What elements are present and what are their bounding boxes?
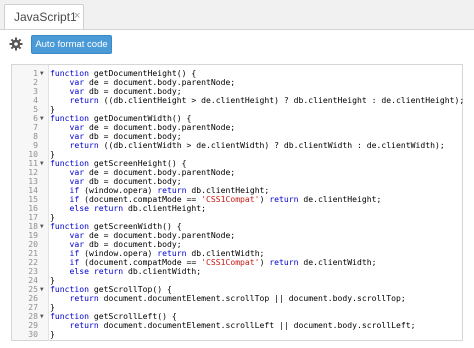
code-text: return document.documentElement.scrollTo… <box>69 293 406 303</box>
tab-bar: JavaScript1 × <box>0 0 474 30</box>
code-text: return ((db.clientWidth > de.clientWidth… <box>69 140 445 150</box>
fold-arrow-icon[interactable]: ▼ <box>40 222 44 231</box>
code-line[interactable]: 9 return ((db.clientWidth > de.clientWid… <box>12 141 462 150</box>
code-editor[interactable]: 1 ▼ function getDocumentHeight() {2 var de… <box>11 64 465 341</box>
gear-icon[interactable] <box>9 37 23 51</box>
auto-format-button[interactable]: Auto format code <box>31 35 112 54</box>
code-line[interactable]: 4 return ((db.clientHeight > de.clientHe… <box>12 95 465 105</box>
fold-arrow-icon[interactable]: ▼ <box>40 114 44 123</box>
code-text: return document.documentElement.scrollLe… <box>69 320 416 330</box>
code-line[interactable]: 29 return document.documentElement.scrol… <box>12 321 462 330</box>
line-number: 30 <box>28 329 38 339</box>
code-text: return ((db.clientHeight > de.clientHeig… <box>69 95 465 105</box>
fold-arrow-icon[interactable]: ▼ <box>40 69 44 78</box>
code-line[interactable]: 26 return document.documentElement.scrol… <box>12 294 462 303</box>
tab-title: JavaScript1 <box>14 10 77 24</box>
code-line[interactable]: 30} <box>12 330 462 339</box>
code-line[interactable]: 23 else return db.clientWidth; <box>12 267 462 276</box>
close-icon[interactable]: × <box>74 10 80 22</box>
code-text: else return db.clientWidth; <box>69 266 202 276</box>
code-area[interactable]: 1 ▼ function getDocumentHeight() {2 var de… <box>12 69 465 339</box>
fold-arrow-icon[interactable]: ▼ <box>40 159 44 168</box>
fold-arrow-icon[interactable]: ▼ <box>40 285 44 294</box>
fold-arrow-icon[interactable]: ▼ <box>40 312 44 321</box>
code-line[interactable]: 16 else return db.clientHeight; <box>12 204 462 213</box>
code-text: else return db.clientHeight; <box>69 203 206 213</box>
code-text: } <box>50 329 55 339</box>
tab-javascript1[interactable]: JavaScript1 × <box>4 4 84 29</box>
